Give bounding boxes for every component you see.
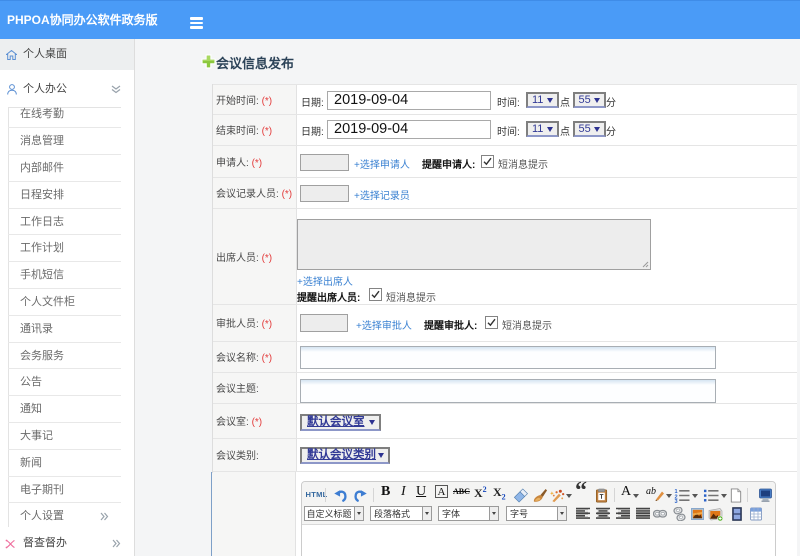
svg-text:3: 3 [675,499,678,503]
